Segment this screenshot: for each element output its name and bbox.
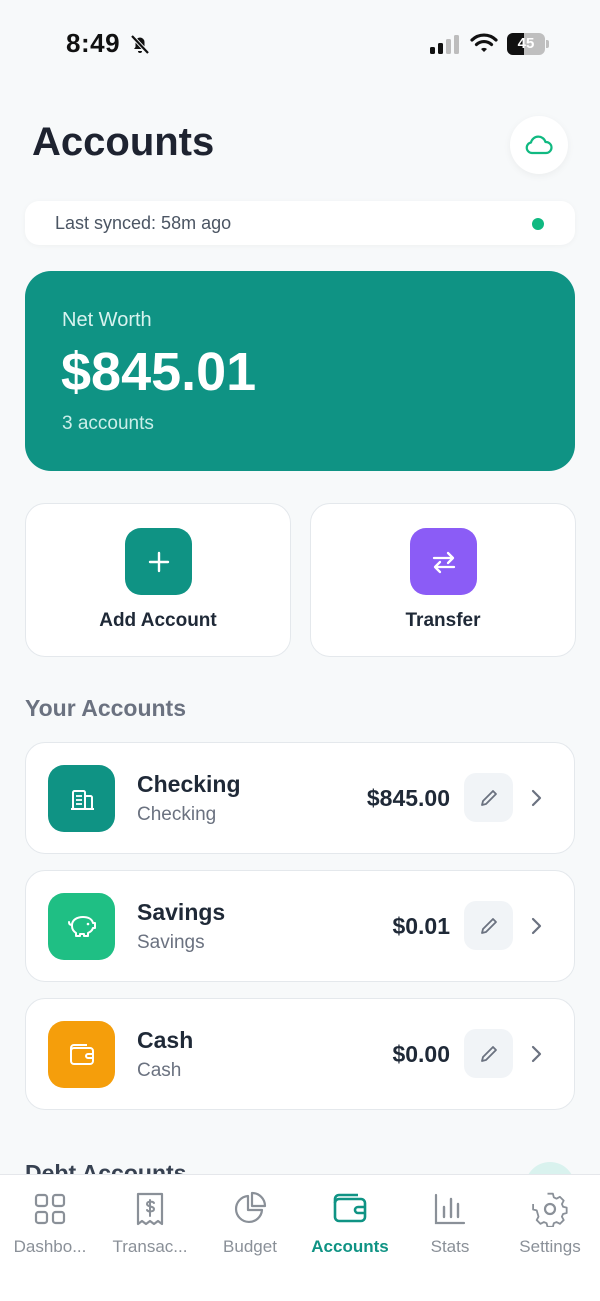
page-title: Accounts	[32, 120, 215, 164]
nav-label: Dashbo...	[13, 1237, 87, 1256]
bottom-nav: Dashbo... Transac... Budget Accounts Sta…	[0, 1174, 600, 1301]
account-balance: $845.00	[366, 785, 450, 811]
receipt-icon	[136, 1192, 164, 1226]
nav-label: Stats	[430, 1237, 470, 1256]
pie-chart-icon	[235, 1191, 267, 1223]
transfer-icon	[410, 528, 477, 595]
account-row-checking[interactable]: Checking Checking $845.00	[25, 742, 575, 854]
chevron-right-icon[interactable]	[530, 916, 544, 936]
bank-icon	[48, 765, 115, 832]
cloud-icon	[525, 135, 553, 155]
nav-budget[interactable]: Budget	[200, 1191, 300, 1271]
account-balance: $0.00	[392, 1041, 450, 1067]
cloud-sync-button[interactable]	[510, 116, 568, 174]
nav-accounts[interactable]: Accounts	[300, 1191, 400, 1271]
bar-chart-icon	[434, 1193, 466, 1225]
account-row-cash[interactable]: Cash Cash $0.00	[25, 998, 575, 1110]
nav-transactions[interactable]: Transac...	[100, 1191, 200, 1271]
status-time: 8:49	[66, 28, 121, 58]
chevron-right-icon[interactable]	[530, 1044, 544, 1064]
nav-settings[interactable]: Settings	[500, 1191, 600, 1271]
transfer-button[interactable]: Transfer	[310, 503, 576, 657]
wifi-icon	[470, 33, 498, 52]
add-account-button[interactable]: Add Account	[25, 503, 291, 657]
account-type: Cash	[137, 1060, 182, 1081]
wallet-icon	[333, 1193, 367, 1223]
bell-off-icon	[130, 34, 150, 55]
net-worth-label: Net Worth	[62, 309, 152, 331]
nav-label: Accounts	[311, 1237, 389, 1256]
nav-label: Settings	[519, 1237, 581, 1256]
wallet-icon	[48, 1021, 115, 1088]
dashboard-icon	[34, 1193, 66, 1225]
nav-stats[interactable]: Stats	[400, 1191, 500, 1271]
pencil-icon	[480, 789, 497, 806]
nav-label: Budget	[223, 1237, 277, 1256]
edit-account-button[interactable]	[464, 901, 513, 950]
account-name: Checking	[137, 771, 241, 797]
edit-account-button[interactable]	[464, 773, 513, 822]
edit-account-button[interactable]	[464, 1029, 513, 1078]
gear-icon	[532, 1192, 568, 1227]
pencil-icon	[480, 1045, 497, 1062]
account-balance: $0.01	[392, 913, 450, 939]
net-worth-card: Net Worth $845.01 3 accounts	[25, 271, 575, 471]
your-accounts-heading: Your Accounts	[25, 695, 187, 721]
battery-level: 45	[517, 35, 535, 52]
transfer-label: Transfer	[405, 610, 481, 631]
sync-status-dot	[532, 218, 544, 230]
account-name: Cash	[137, 1027, 194, 1053]
status-bar: 8:49 45	[0, 0, 600, 90]
account-count: 3 accounts	[62, 413, 154, 434]
sync-status-text: Last synced: 58m ago	[55, 213, 232, 233]
battery-icon: 45	[507, 33, 549, 55]
sync-status-bar: Last synced: 58m ago	[25, 201, 575, 245]
pencil-icon	[480, 917, 497, 934]
account-type: Checking	[137, 804, 217, 825]
account-row-savings[interactable]: Savings Savings $0.01	[25, 870, 575, 982]
add-account-label: Add Account	[99, 610, 217, 631]
nav-dashboard[interactable]: Dashbo...	[0, 1191, 100, 1271]
piggy-bank-icon	[48, 893, 115, 960]
chevron-right-icon[interactable]	[530, 788, 544, 808]
plus-icon	[125, 528, 192, 595]
net-worth-value: $845.01	[61, 342, 257, 402]
nav-label: Transac...	[112, 1237, 188, 1256]
account-name: Savings	[137, 899, 226, 925]
cellular-signal-icon	[430, 35, 459, 54]
account-type: Savings	[137, 932, 205, 953]
